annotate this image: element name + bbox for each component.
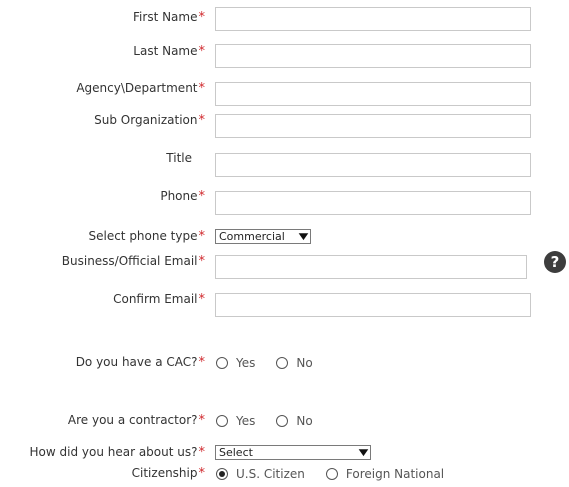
required-marker: * bbox=[198, 44, 206, 59]
phone-label: Phone* bbox=[160, 189, 205, 204]
phone-type-value: Commercial bbox=[219, 230, 285, 243]
cac-yes-radio[interactable]: Yes bbox=[216, 356, 255, 370]
heard-about-label: How did you hear about us?* bbox=[29, 445, 206, 460]
question-mark-circle-icon[interactable]: ? bbox=[544, 251, 566, 273]
sub-organization-input[interactable] bbox=[215, 114, 531, 138]
agency-label: Agency\Department* bbox=[76, 81, 205, 96]
last-name-label: Last Name* bbox=[133, 44, 205, 59]
agency-input[interactable] bbox=[215, 82, 531, 106]
first-name-label: First Name* bbox=[133, 10, 205, 25]
citizenship-label: Citizenship* bbox=[131, 466, 206, 481]
last-name-input[interactable] bbox=[215, 44, 531, 68]
heard-about-select[interactable]: Select ▼ bbox=[215, 445, 371, 460]
business-email-input[interactable] bbox=[215, 255, 527, 279]
title-label: Title bbox=[166, 151, 192, 165]
citizenship-us-radio[interactable]: U.S. Citizen bbox=[216, 467, 305, 481]
confirm-email-label: Confirm Email* bbox=[113, 292, 205, 307]
radio-circle-icon bbox=[216, 415, 228, 427]
required-marker: * bbox=[198, 81, 206, 96]
sub-organization-label: Sub Organization* bbox=[94, 113, 205, 128]
cac-no-radio[interactable]: No bbox=[276, 356, 313, 370]
radio-circle-icon bbox=[325, 468, 338, 480]
cac-radio-group: Yes No bbox=[216, 356, 334, 370]
heard-about-value: Select bbox=[219, 446, 253, 459]
cac-label: Do you have a CAC?* bbox=[75, 355, 206, 370]
required-marker: * bbox=[198, 10, 206, 25]
confirm-email-input[interactable] bbox=[215, 293, 531, 317]
required-marker: * bbox=[198, 413, 206, 428]
phone-type-select[interactable]: Commercial ▼ bbox=[215, 229, 311, 244]
radio-circle-icon bbox=[216, 357, 228, 369]
citizenship-foreign-radio[interactable]: Foreign National bbox=[325, 467, 444, 481]
radio-circle-icon bbox=[276, 357, 289, 369]
first-name-input[interactable] bbox=[215, 7, 531, 31]
phone-type-label: Select phone type* bbox=[88, 229, 205, 244]
required-marker: * bbox=[198, 113, 206, 128]
radio-circle-icon bbox=[276, 415, 289, 427]
business-email-label: Business/Official Email* bbox=[61, 254, 206, 269]
contractor-radio-group: Yes No bbox=[216, 414, 334, 428]
chevron-down-icon: ▼ bbox=[358, 447, 369, 458]
required-marker: * bbox=[198, 466, 206, 481]
required-marker: * bbox=[198, 445, 206, 460]
required-marker: * bbox=[198, 292, 206, 307]
phone-input[interactable] bbox=[215, 191, 531, 215]
contractor-label: Are you a contractor?* bbox=[67, 413, 206, 428]
chevron-down-icon: ▼ bbox=[298, 231, 309, 242]
required-marker: * bbox=[198, 355, 206, 370]
contractor-no-radio[interactable]: No bbox=[276, 414, 313, 428]
citizenship-radio-group: U.S. Citizen Foreign National bbox=[216, 467, 465, 481]
title-input[interactable] bbox=[215, 153, 531, 177]
radio-checked-icon bbox=[216, 468, 228, 480]
required-marker: * bbox=[198, 254, 206, 269]
required-marker: * bbox=[198, 189, 206, 204]
required-marker: * bbox=[198, 229, 206, 244]
contractor-yes-radio[interactable]: Yes bbox=[216, 414, 255, 428]
